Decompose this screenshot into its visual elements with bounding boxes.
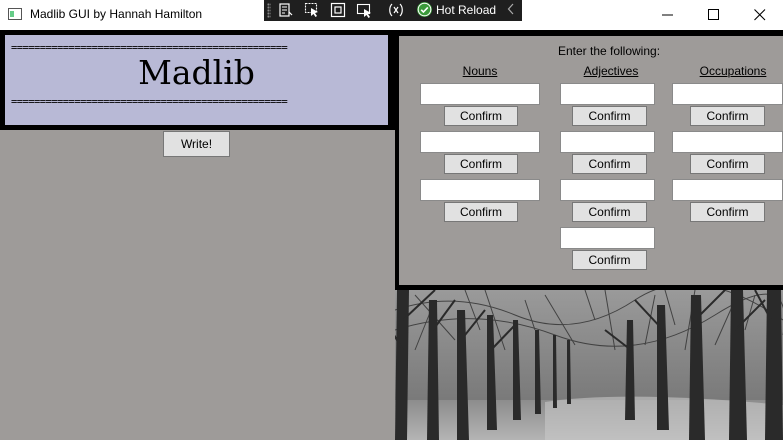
adjective-input-2[interactable]	[560, 131, 655, 153]
title-banner-frame: ========================================…	[0, 30, 395, 130]
window-title-bar: Madlib GUI by Hannah Hamilton Hot Reload	[0, 0, 783, 30]
write-button[interactable]: Write!	[163, 131, 230, 157]
confirm-occupation-3-button[interactable]: Confirm	[690, 202, 765, 222]
noun-input-2[interactable]	[420, 131, 540, 153]
right-pane: Enter the following: Nouns Adjectives Oc…	[395, 30, 783, 440]
adjective-input-1[interactable]	[560, 83, 655, 105]
noun-input-1[interactable]	[420, 83, 540, 105]
adjective-input-3[interactable]	[560, 179, 655, 201]
confirm-noun-1-button[interactable]: Confirm	[444, 106, 518, 126]
confirm-occupation-1-button[interactable]: Confirm	[690, 106, 765, 126]
title-banner: ========================================…	[5, 35, 388, 125]
confirm-occupation-2-button[interactable]: Confirm	[690, 154, 765, 174]
minimize-button[interactable]	[645, 0, 691, 30]
confirm-noun-3-button[interactable]: Confirm	[444, 202, 518, 222]
entry-prompt: Enter the following:	[557, 44, 661, 58]
collapse-toolbar-icon[interactable]	[507, 3, 515, 18]
hot-reload-label[interactable]: Hot Reload	[436, 3, 496, 17]
forest-photo	[395, 290, 783, 440]
binding-failures-icon[interactable]	[388, 2, 404, 18]
nouns-header: Nouns	[462, 64, 498, 78]
xaml-debug-toolbar: Hot Reload	[264, 0, 522, 21]
confirm-adjective-3-button[interactable]: Confirm	[572, 202, 647, 222]
window-app-icon	[8, 8, 22, 20]
close-icon	[754, 9, 766, 21]
maximize-icon	[708, 9, 719, 20]
adjectives-header: Adjectives	[583, 64, 639, 78]
occupations-header: Occupations	[699, 64, 767, 78]
page-title: Madlib	[138, 53, 255, 92]
select-element-icon[interactable]	[304, 2, 320, 18]
left-pane: ========================================…	[0, 30, 395, 440]
close-button[interactable]	[737, 0, 783, 30]
confirm-adjective-4-button[interactable]: Confirm	[572, 250, 647, 270]
confirm-adjective-1-button[interactable]: Confirm	[572, 106, 647, 126]
occupation-input-2[interactable]	[672, 131, 783, 153]
confirm-adjective-2-button[interactable]: Confirm	[572, 154, 647, 174]
toolbar-grip[interactable]	[267, 3, 271, 18]
track-focus-icon[interactable]	[356, 2, 372, 18]
maximize-button[interactable]	[691, 0, 737, 30]
occupation-input-3[interactable]	[672, 179, 783, 201]
banner-rule-bottom: ========================================…	[11, 96, 288, 108]
occupation-input-1[interactable]	[672, 83, 783, 105]
live-visual-tree-icon[interactable]	[278, 2, 294, 18]
confirm-noun-2-button[interactable]: Confirm	[444, 154, 518, 174]
noun-input-3[interactable]	[420, 179, 540, 201]
window-title: Madlib GUI by Hannah Hamilton	[30, 7, 203, 21]
hot-reload-check-icon	[417, 2, 432, 17]
display-layout-adorners-icon[interactable]	[330, 2, 346, 18]
minimize-icon	[662, 14, 673, 16]
adjective-input-4[interactable]	[560, 227, 655, 249]
word-entry-panel: Enter the following: Nouns Adjectives Oc…	[399, 36, 783, 285]
